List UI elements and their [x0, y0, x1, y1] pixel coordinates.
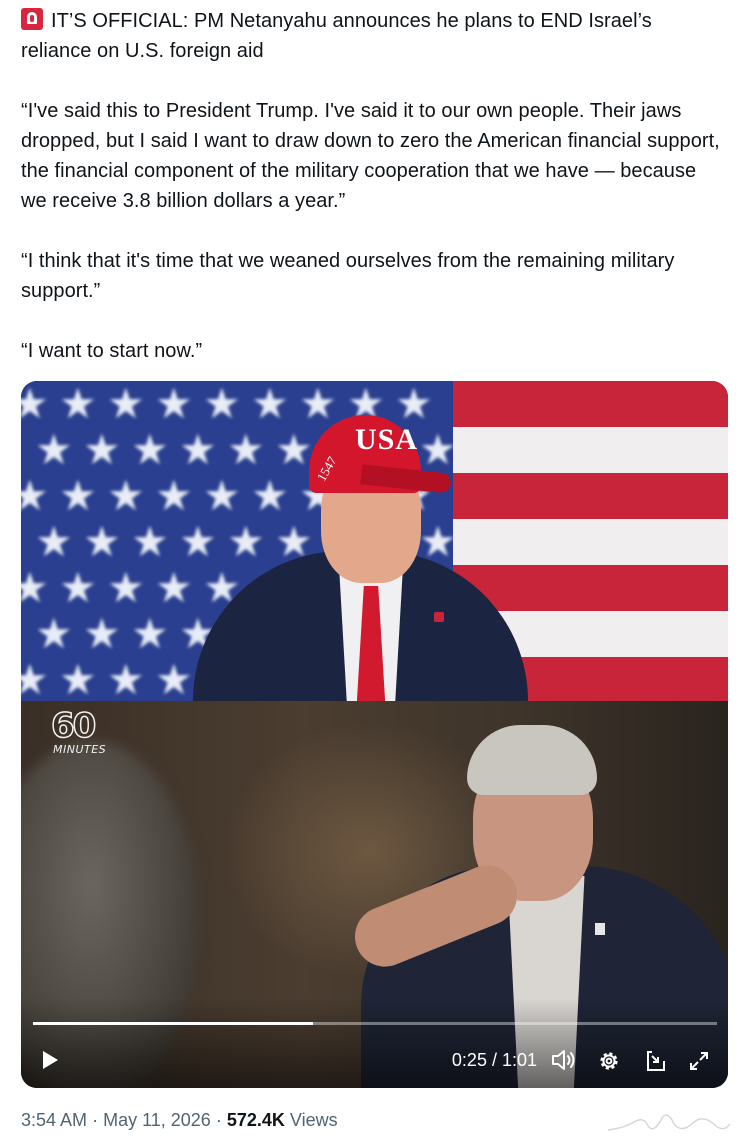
flag-star: ★: [275, 426, 313, 473]
views-count: 572.4K: [226, 1110, 285, 1130]
flag-star: ★: [59, 472, 97, 519]
tweet-quote-1: “I've said this to President Trump. I've…: [21, 100, 720, 212]
flag-star: ★: [35, 518, 73, 565]
netanyahu-hair: [467, 725, 597, 795]
fullscreen-button[interactable]: [685, 1047, 713, 1075]
flag-star: ★: [83, 610, 121, 657]
flag-star: ★: [131, 426, 169, 473]
volume-button[interactable]: [549, 1047, 579, 1073]
flag-star: ★: [107, 381, 145, 427]
views-label: Views: [289, 1110, 338, 1130]
flag-star: ★: [155, 564, 193, 611]
flag-star: ★: [203, 472, 241, 519]
flag-star: ★: [299, 381, 337, 427]
rotating-light-icon: [21, 8, 43, 30]
flag-star: ★: [179, 426, 217, 473]
flag-star: ★: [395, 381, 433, 427]
tweet-quote-3: “I want to start now.”: [21, 340, 203, 362]
play-icon: [43, 1051, 58, 1069]
flag-star: ★: [21, 381, 49, 427]
flag-star: ★: [251, 472, 289, 519]
tweet-text: IT’S OFFICIAL: PM Netanyahu announces he…: [21, 6, 721, 366]
progress-bar[interactable]: [33, 1022, 717, 1025]
sixty-minutes-logo-number: 60: [50, 706, 97, 746]
post-time[interactable]: 3:54 AM: [21, 1110, 87, 1130]
flag-star: ★: [35, 426, 73, 473]
flag-star: ★: [59, 656, 97, 701]
volume-icon: [552, 1050, 575, 1070]
flag-star: ★: [419, 518, 457, 565]
flag-star: ★: [21, 472, 49, 519]
separator: ·: [215, 1110, 222, 1130]
play-button[interactable]: [37, 1047, 63, 1073]
flag-star: ★: [227, 518, 265, 565]
flag-star: ★: [107, 656, 145, 701]
separator: ·: [92, 1110, 99, 1130]
flag-star: ★: [155, 656, 193, 701]
flag-star: ★: [83, 426, 121, 473]
settings-button[interactable]: [595, 1047, 623, 1075]
flag-star: ★: [179, 518, 217, 565]
gear-icon: [600, 1052, 618, 1070]
video-time: 0:25 / 1:01: [451, 1050, 537, 1070]
flag-star: ★: [59, 381, 97, 427]
flag-pin: [434, 612, 444, 622]
flag-star: ★: [107, 564, 145, 611]
flag-star: ★: [131, 518, 169, 565]
flag-star: ★: [35, 610, 73, 657]
trump-frame: ★ ★ ★ ★ ★ ★ ★ ★ ★ ★ ★ ★ ★ ★ ★ ★ ★ ★ ★ ★ ★ ★ ★ ★ ★ ★ ★ ★ ★ ★ ★ ★ ★ ★ ★ ★ ★ ★ ★ ★…: [21, 381, 728, 701]
picture-in-picture-icon: [647, 1051, 665, 1071]
tweet-meta: 3:54 AM · May 11, 2026 · 572.4K Views: [21, 1110, 338, 1131]
headline-text: IT’S OFFICIAL: PM Netanyahu announces he…: [21, 10, 652, 62]
flag-star: ★: [155, 381, 193, 427]
flag-star: ★: [203, 381, 241, 427]
flag-star: ★: [83, 518, 121, 565]
progress-fill: [33, 1022, 314, 1025]
fullscreen-icon: [690, 1052, 708, 1070]
sixty-minutes-logo-word: MINUTES: [53, 743, 107, 756]
flag-star: ★: [155, 472, 193, 519]
watermark-scribble: [607, 1114, 731, 1131]
picture-in-picture-button[interactable]: [641, 1047, 669, 1075]
post-date[interactable]: May 11, 2026: [103, 1110, 211, 1130]
flag-star: ★: [59, 564, 97, 611]
tweet-quote-2: “I think that it's time that we weaned o…: [21, 250, 675, 302]
flag-star: ★: [21, 564, 49, 611]
video-player[interactable]: ★ ★ ★ ★ ★ ★ ★ ★ ★ ★ ★ ★ ★ ★ ★ ★ ★ ★ ★ ★ ★ ★ ★ ★ ★ ★ ★ ★ ★ ★ ★ ★ ★ ★ ★ ★ ★ ★ ★ ★…: [21, 381, 728, 1088]
flag-star: ★: [419, 426, 457, 473]
flag-star: ★: [131, 610, 169, 657]
tweet-headline: IT’S OFFICIAL: PM Netanyahu announces he…: [21, 6, 721, 66]
cap-text: USA: [355, 423, 419, 456]
flag-star: ★: [107, 472, 145, 519]
lapel-pin: [595, 923, 605, 935]
flag-star: ★: [251, 381, 289, 427]
flag-star: ★: [21, 656, 49, 701]
flag-star: ★: [227, 426, 265, 473]
